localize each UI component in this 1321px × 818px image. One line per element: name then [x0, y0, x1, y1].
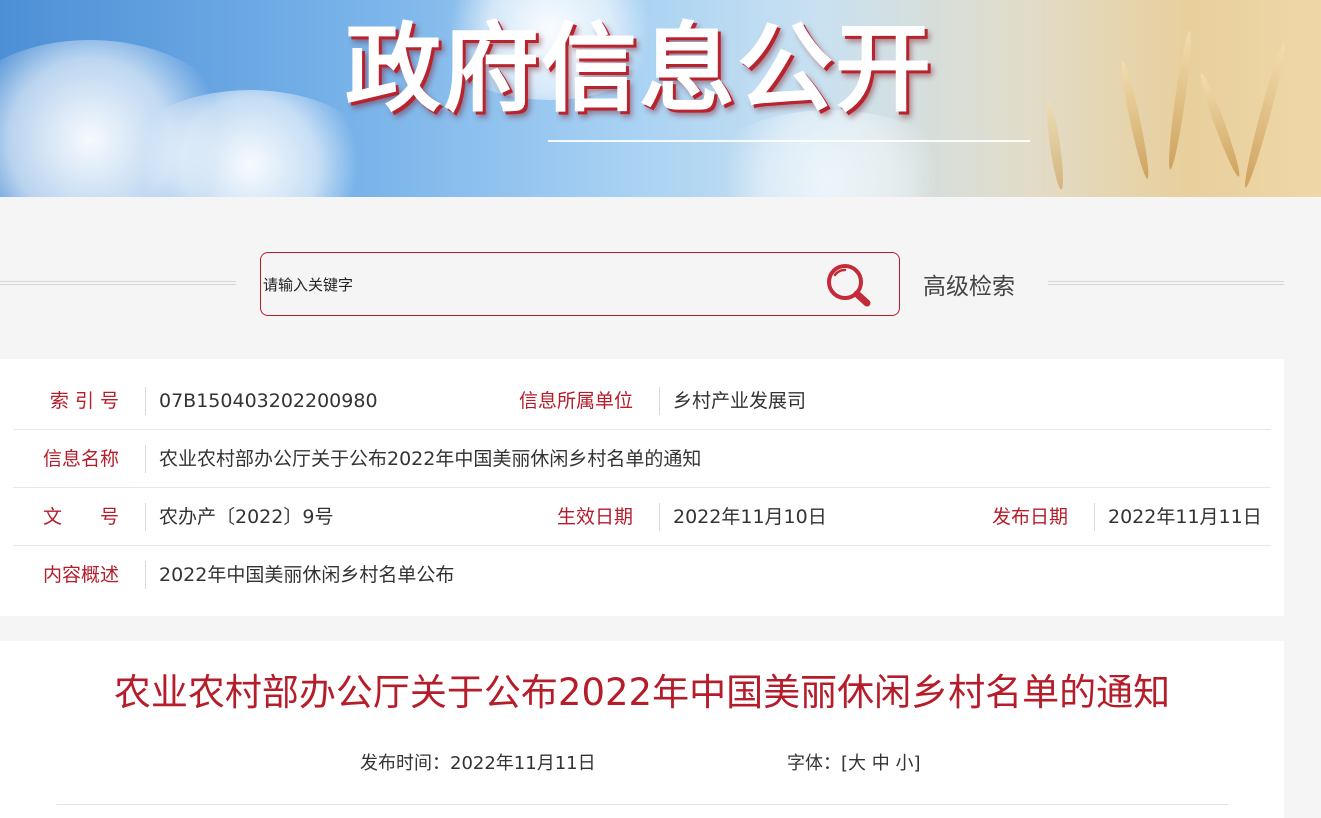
right-deco-line — [1048, 281, 1284, 285]
font-bracket-open: [ — [841, 753, 849, 774]
banner: 政府信息公开 — [0, 0, 1321, 197]
publish-date-label: 发布日期 — [991, 506, 1068, 528]
font-small-button[interactable]: 小 — [896, 753, 914, 774]
search-input[interactable] — [262, 263, 802, 307]
summary-label: 内容概述 — [42, 564, 119, 586]
left-deco-line — [0, 281, 236, 285]
meta-row-name: 信息名称 农业农村部办公厅关于公布2022年中国美丽休闲乡村名单的通知 — [13, 430, 1271, 488]
meta-row-summary: 内容概述 2022年中国美丽休闲乡村名单公布 — [13, 546, 1271, 604]
article: 农业农村部办公厅关于公布2022年中国美丽休闲乡村名单的通知 发布时间：2022… — [0, 641, 1284, 818]
effective-date-value: 2022年11月10日 — [673, 506, 827, 528]
doc-number-label: 文 号 — [42, 506, 119, 528]
publish-time-value: 2022年11月11日 — [450, 753, 596, 774]
divider — [659, 387, 660, 415]
banner-wheat — [1117, 60, 1153, 180]
unit-value: 乡村产业发展司 — [673, 390, 807, 412]
search-area: 高级检索 — [0, 197, 1321, 359]
banner-wheat — [1196, 71, 1244, 179]
article-divider — [57, 804, 1228, 805]
search-icon — [827, 264, 871, 307]
divider — [145, 445, 146, 473]
divider — [1094, 503, 1095, 531]
font-medium-button[interactable]: 中 — [872, 753, 890, 774]
doc-number-value: 农办产〔2022〕9号 — [159, 506, 334, 528]
search-box — [260, 252, 900, 316]
index-value: 07B150403202200980 — [159, 390, 378, 412]
banner-title: 政府信息公开 — [345, 13, 933, 125]
divider — [659, 503, 660, 531]
advanced-search-link[interactable]: 高级检索 — [923, 267, 1015, 301]
publish-date-value: 2022年11月11日 — [1108, 506, 1262, 528]
meta-row-index: 索 引 号 07B150403202200980 信息所属单位 乡村产业发展司 — [13, 372, 1271, 430]
name-label: 信息名称 — [42, 448, 119, 470]
divider — [145, 503, 146, 531]
search-button[interactable] — [823, 261, 873, 309]
banner-wheat — [1165, 29, 1195, 171]
summary-value: 2022年中国美丽休闲乡村名单公布 — [159, 564, 455, 586]
banner-underline — [548, 140, 1030, 142]
name-value: 农业农村部办公厅关于公布2022年中国美丽休闲乡村名单的通知 — [159, 448, 702, 470]
publish-time-label: 发布时间： — [360, 753, 450, 774]
font-size-control: 字体：[大 中 小] — [787, 749, 921, 775]
unit-label: 信息所属单位 — [518, 390, 633, 412]
banner-wheat — [1043, 99, 1067, 191]
font-size-label: 字体： — [787, 753, 841, 774]
publish-time: 发布时间：2022年11月11日 — [360, 749, 596, 775]
font-bracket-close: ] — [913, 753, 921, 774]
font-large-button[interactable]: 大 — [848, 753, 866, 774]
index-label: 索 引 号 — [49, 390, 119, 412]
divider — [145, 561, 146, 589]
banner-wheat — [1240, 41, 1290, 189]
divider — [145, 387, 146, 415]
meta-row-doc: 文 号 农办产〔2022〕9号 生效日期 2022年11月10日 发布日期 20… — [13, 488, 1271, 546]
article-title: 农业农村部办公厅关于公布2022年中国美丽休闲乡村名单的通知 — [113, 671, 1171, 714]
info-meta-table: 索 引 号 07B150403202200980 信息所属单位 乡村产业发展司 … — [0, 359, 1284, 616]
effective-date-label: 生效日期 — [556, 506, 633, 528]
